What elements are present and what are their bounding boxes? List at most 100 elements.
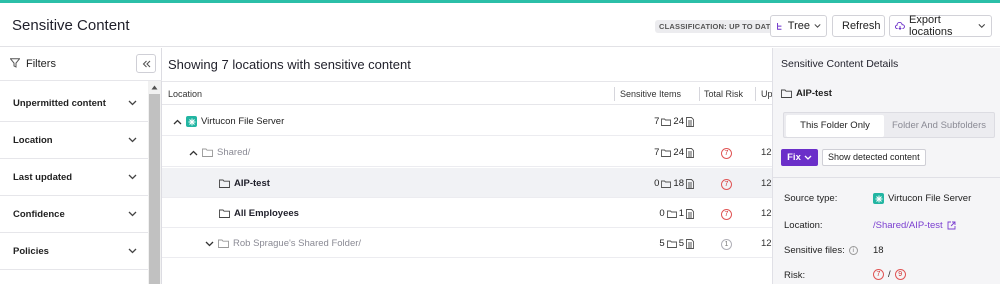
column-header-location[interactable]: Location — [168, 89, 202, 99]
refresh-label: Refresh — [842, 20, 881, 32]
location-cell: All Employees — [219, 208, 299, 219]
details-title: Sensitive Content Details — [781, 58, 899, 70]
filter-unpermitted-content[interactable]: Unpermitted content — [0, 85, 148, 122]
double-chevron-left-icon — [142, 60, 150, 67]
chevron-down-icon — [128, 211, 137, 217]
page-header: Sensitive Content CLASSIFICATION: UP TO … — [0, 3, 1000, 47]
page-title: Sensitive Content — [12, 17, 130, 34]
filter-label: Confidence — [13, 209, 65, 220]
file-icon — [686, 178, 694, 189]
folder-icon — [218, 239, 229, 248]
chevron-down-icon — [804, 155, 812, 160]
location-label: Location: — [784, 220, 823, 231]
locations-panel: Showing 7 locations with sensitive conte… — [162, 48, 774, 284]
table-row[interactable]: All Employees 0 1 7 12, — [162, 198, 774, 228]
source-type-value: Virtucon File Server — [873, 193, 971, 204]
folder-icon — [202, 148, 213, 157]
refresh-button[interactable]: Refresh — [832, 15, 885, 37]
table-row[interactable]: Rob Sprague's Shared Folder/ 5 5 1 12, — [162, 228, 774, 258]
fix-label: Fix — [787, 152, 801, 163]
chevron-up-icon[interactable] — [173, 119, 182, 125]
column-divider[interactable] — [755, 87, 756, 101]
external-link-icon — [947, 221, 956, 230]
file-count: 24 — [673, 147, 684, 158]
filter-label: Policies — [13, 246, 49, 257]
location-name: Shared/ — [217, 147, 251, 158]
details-folder-heading: AIP-test — [781, 88, 832, 99]
tree-view-dropdown[interactable]: Tree — [770, 15, 827, 37]
details-divider — [773, 177, 1000, 178]
classification-status-badge: CLASSIFICATION: UP TO DATE — [655, 20, 780, 33]
filters-header: Filters — [0, 48, 162, 81]
folder-icon — [219, 179, 230, 188]
filter-label: Unpermitted content — [13, 98, 106, 109]
server-icon — [873, 193, 884, 204]
export-locations-dropdown[interactable]: Export locations — [889, 14, 992, 38]
chevron-down-icon — [128, 174, 137, 180]
column-header-total-risk[interactable]: Total Risk — [704, 89, 743, 99]
folder-count: 0 — [659, 208, 665, 219]
folder-icon — [661, 149, 672, 157]
tab-this-folder-only[interactable]: This Folder Only — [786, 115, 884, 137]
chevron-down-icon — [978, 23, 986, 29]
folder-icon — [219, 209, 230, 218]
fix-dropdown-button[interactable]: Fix — [781, 149, 818, 166]
show-detected-content-button[interactable]: Show detected content — [822, 149, 926, 166]
location-name: Rob Sprague's Shared Folder/ — [233, 238, 362, 249]
risk-badge: 7 — [721, 179, 732, 190]
filter-policies[interactable]: Policies — [0, 233, 148, 270]
location-link[interactable]: /Shared/AIP-test — [873, 220, 956, 231]
scroll-up-arrow[interactable] — [148, 81, 161, 93]
file-count: 24 — [673, 116, 684, 127]
file-count: 1 — [678, 208, 684, 219]
risk-label: Risk: — [784, 270, 806, 281]
table-header: Location Sensitive Items Total Risk Up — [162, 81, 773, 105]
folder-count: 7 — [654, 147, 660, 158]
folder-icon — [661, 118, 672, 126]
location-name: AIP-test — [234, 178, 270, 189]
info-icon[interactable]: i — [848, 246, 858, 255]
chevron-down-icon — [128, 248, 137, 254]
filter-label: Location — [13, 135, 53, 146]
table-row[interactable]: Shared/ 7 24 7 12, — [162, 137, 774, 167]
risk-badge: 7 — [721, 148, 732, 159]
scrollbar-thumb[interactable] — [149, 94, 160, 284]
details-panel: Sensitive Content Details AIP-test This … — [772, 48, 1000, 284]
locations-heading: Showing 7 locations with sensitive conte… — [168, 57, 411, 72]
risk-separator: / — [888, 269, 891, 280]
folder-icon — [666, 210, 677, 218]
column-divider[interactable] — [699, 87, 700, 101]
table-row[interactable]: Virtucon File Server 7 24 — [162, 106, 772, 136]
sensitive-items-cell: 7 24 — [646, 147, 694, 158]
sensitive-items-cell: 0 18 — [646, 178, 694, 189]
collapse-filters-button[interactable] — [136, 54, 156, 73]
table-row-selected[interactable]: AIP-test 0 18 7 12, — [162, 168, 774, 198]
folder-count: 5 — [659, 238, 665, 249]
filter-icon — [10, 58, 20, 68]
cloud-download-icon — [895, 21, 905, 30]
file-count: 18 — [673, 178, 684, 189]
tab-folder-and-subfolders[interactable]: Folder And Subfolders — [886, 115, 992, 137]
column-divider[interactable] — [614, 87, 615, 101]
details-folder-name: AIP-test — [796, 88, 832, 99]
risk-badge: 1 — [721, 239, 732, 250]
location-cell: Virtucon File Server — [173, 116, 284, 127]
scope-tabs: This Folder Only Folder And Subfolders — [783, 112, 995, 138]
column-header-updated[interactable]: Up — [761, 89, 773, 99]
column-header-sensitive-items[interactable]: Sensitive Items — [620, 89, 681, 99]
sensitive-items-cell: 0 1 — [646, 208, 694, 219]
file-icon — [686, 208, 694, 219]
folder-icon — [666, 240, 677, 248]
sensitive-items-cell: 5 5 — [646, 238, 694, 249]
export-label: Export locations — [909, 14, 953, 38]
filter-label: Last updated — [13, 172, 73, 183]
chevron-down-icon[interactable] — [205, 241, 214, 247]
chevron-up-icon[interactable] — [189, 150, 198, 156]
folder-icon — [781, 89, 792, 98]
folder-count: 7 — [654, 116, 660, 127]
filter-last-updated[interactable]: Last updated — [0, 159, 148, 196]
location-cell: Shared/ — [189, 147, 250, 158]
filter-confidence[interactable]: Confidence — [0, 196, 148, 233]
filter-location[interactable]: Location — [0, 122, 148, 159]
sensitive-items-cell: 7 24 — [646, 116, 694, 127]
